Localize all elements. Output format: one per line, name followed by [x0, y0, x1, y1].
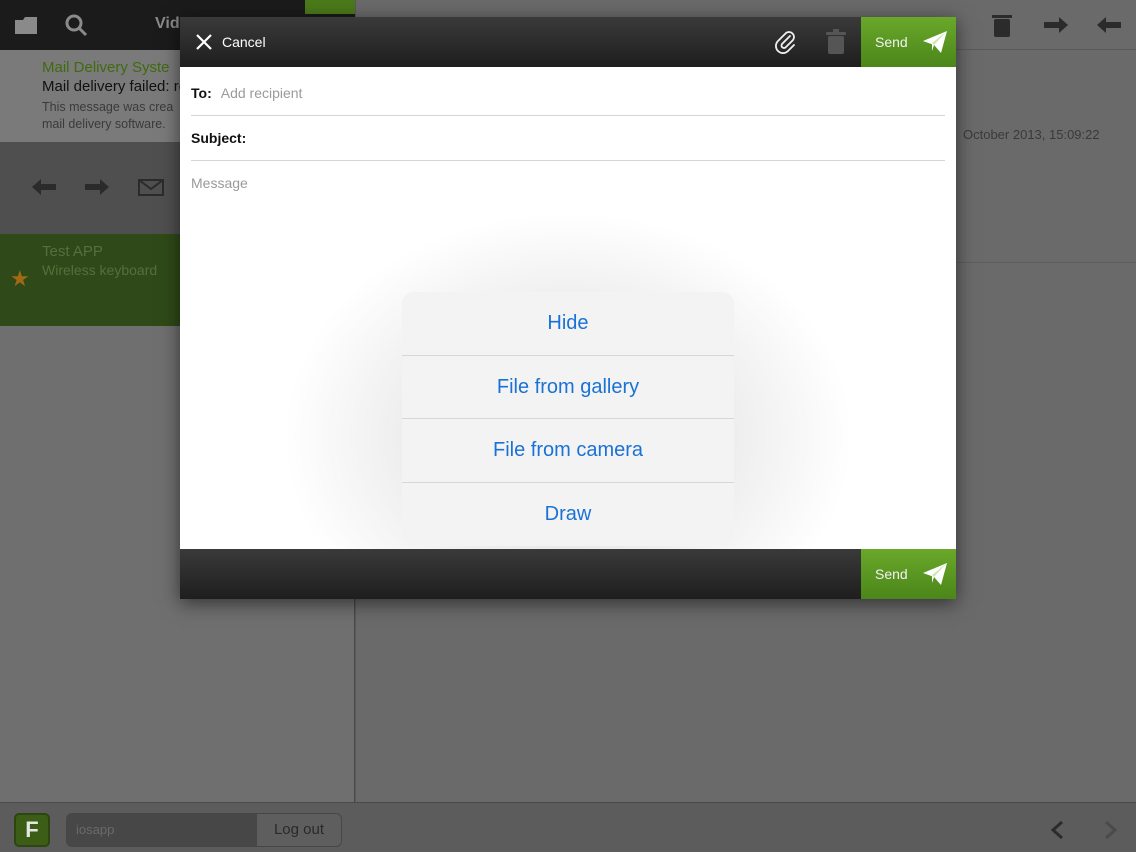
draw-option[interactable]: Draw — [402, 483, 734, 547]
search-icon[interactable] — [63, 12, 89, 38]
forward-icon[interactable] — [1042, 12, 1070, 38]
to-label: To: — [191, 85, 212, 101]
compose-footer: Send — [180, 549, 956, 599]
app-logo: F — [14, 813, 50, 847]
mark-unread-icon[interactable] — [137, 176, 165, 198]
mail-sender: Mail Delivery Syste — [42, 59, 170, 76]
paper-plane-icon — [922, 31, 947, 53]
chevron-left-icon[interactable] — [1050, 821, 1066, 839]
attachment-action-sheet: Hide File from gallery File from camera … — [402, 292, 734, 546]
divider — [956, 262, 1136, 263]
star-icon[interactable]: ★ — [10, 266, 30, 292]
trash-icon[interactable] — [823, 28, 849, 56]
compose-header: Cancel Send — [180, 17, 956, 67]
bottom-bar: F iosapp Log out — [0, 802, 1136, 852]
file-from-camera-option[interactable]: File from camera — [402, 419, 734, 483]
username-field: iosapp — [66, 813, 256, 847]
send-button[interactable]: Send — [861, 17, 956, 67]
close-icon — [196, 34, 212, 50]
send-button-bottom[interactable]: Send — [861, 549, 956, 599]
reply-icon[interactable] — [1095, 12, 1123, 38]
message-date: October 2013, 15:09:22 — [963, 127, 1100, 142]
paperclip-icon[interactable] — [773, 29, 799, 55]
cancel-label: Cancel — [222, 34, 266, 50]
folder-title: Vid — [155, 15, 180, 32]
paper-plane-icon — [922, 563, 947, 585]
mail-preview: This message was crea mail delivery soft… — [42, 100, 174, 131]
send-label: Send — [875, 34, 908, 50]
forward-icon[interactable] — [83, 176, 111, 198]
subject-field-row: Subject: — [191, 116, 945, 161]
mail-sender: Test APP — [42, 243, 103, 260]
trash-icon[interactable] — [988, 12, 1016, 38]
recipient-input[interactable] — [220, 85, 821, 101]
subject-label: Subject: — [191, 130, 247, 146]
subject-input[interactable] — [255, 130, 856, 146]
send-label: Send — [875, 566, 908, 582]
reply-icon[interactable] — [30, 176, 58, 198]
logout-button[interactable]: Log out — [256, 813, 342, 847]
hide-option[interactable]: Hide — [402, 292, 734, 356]
folder-icon[interactable] — [13, 12, 39, 38]
mail-preview: Wireless keyboard — [42, 262, 158, 278]
chevron-right-icon[interactable] — [1102, 821, 1118, 839]
file-from-gallery-option[interactable]: File from gallery — [402, 356, 734, 419]
to-field-row: To: — [191, 71, 945, 116]
compose-tab[interactable] — [305, 0, 355, 14]
cancel-button[interactable]: Cancel — [194, 30, 266, 54]
mail-subject: Mail delivery failed: re — [42, 78, 188, 95]
